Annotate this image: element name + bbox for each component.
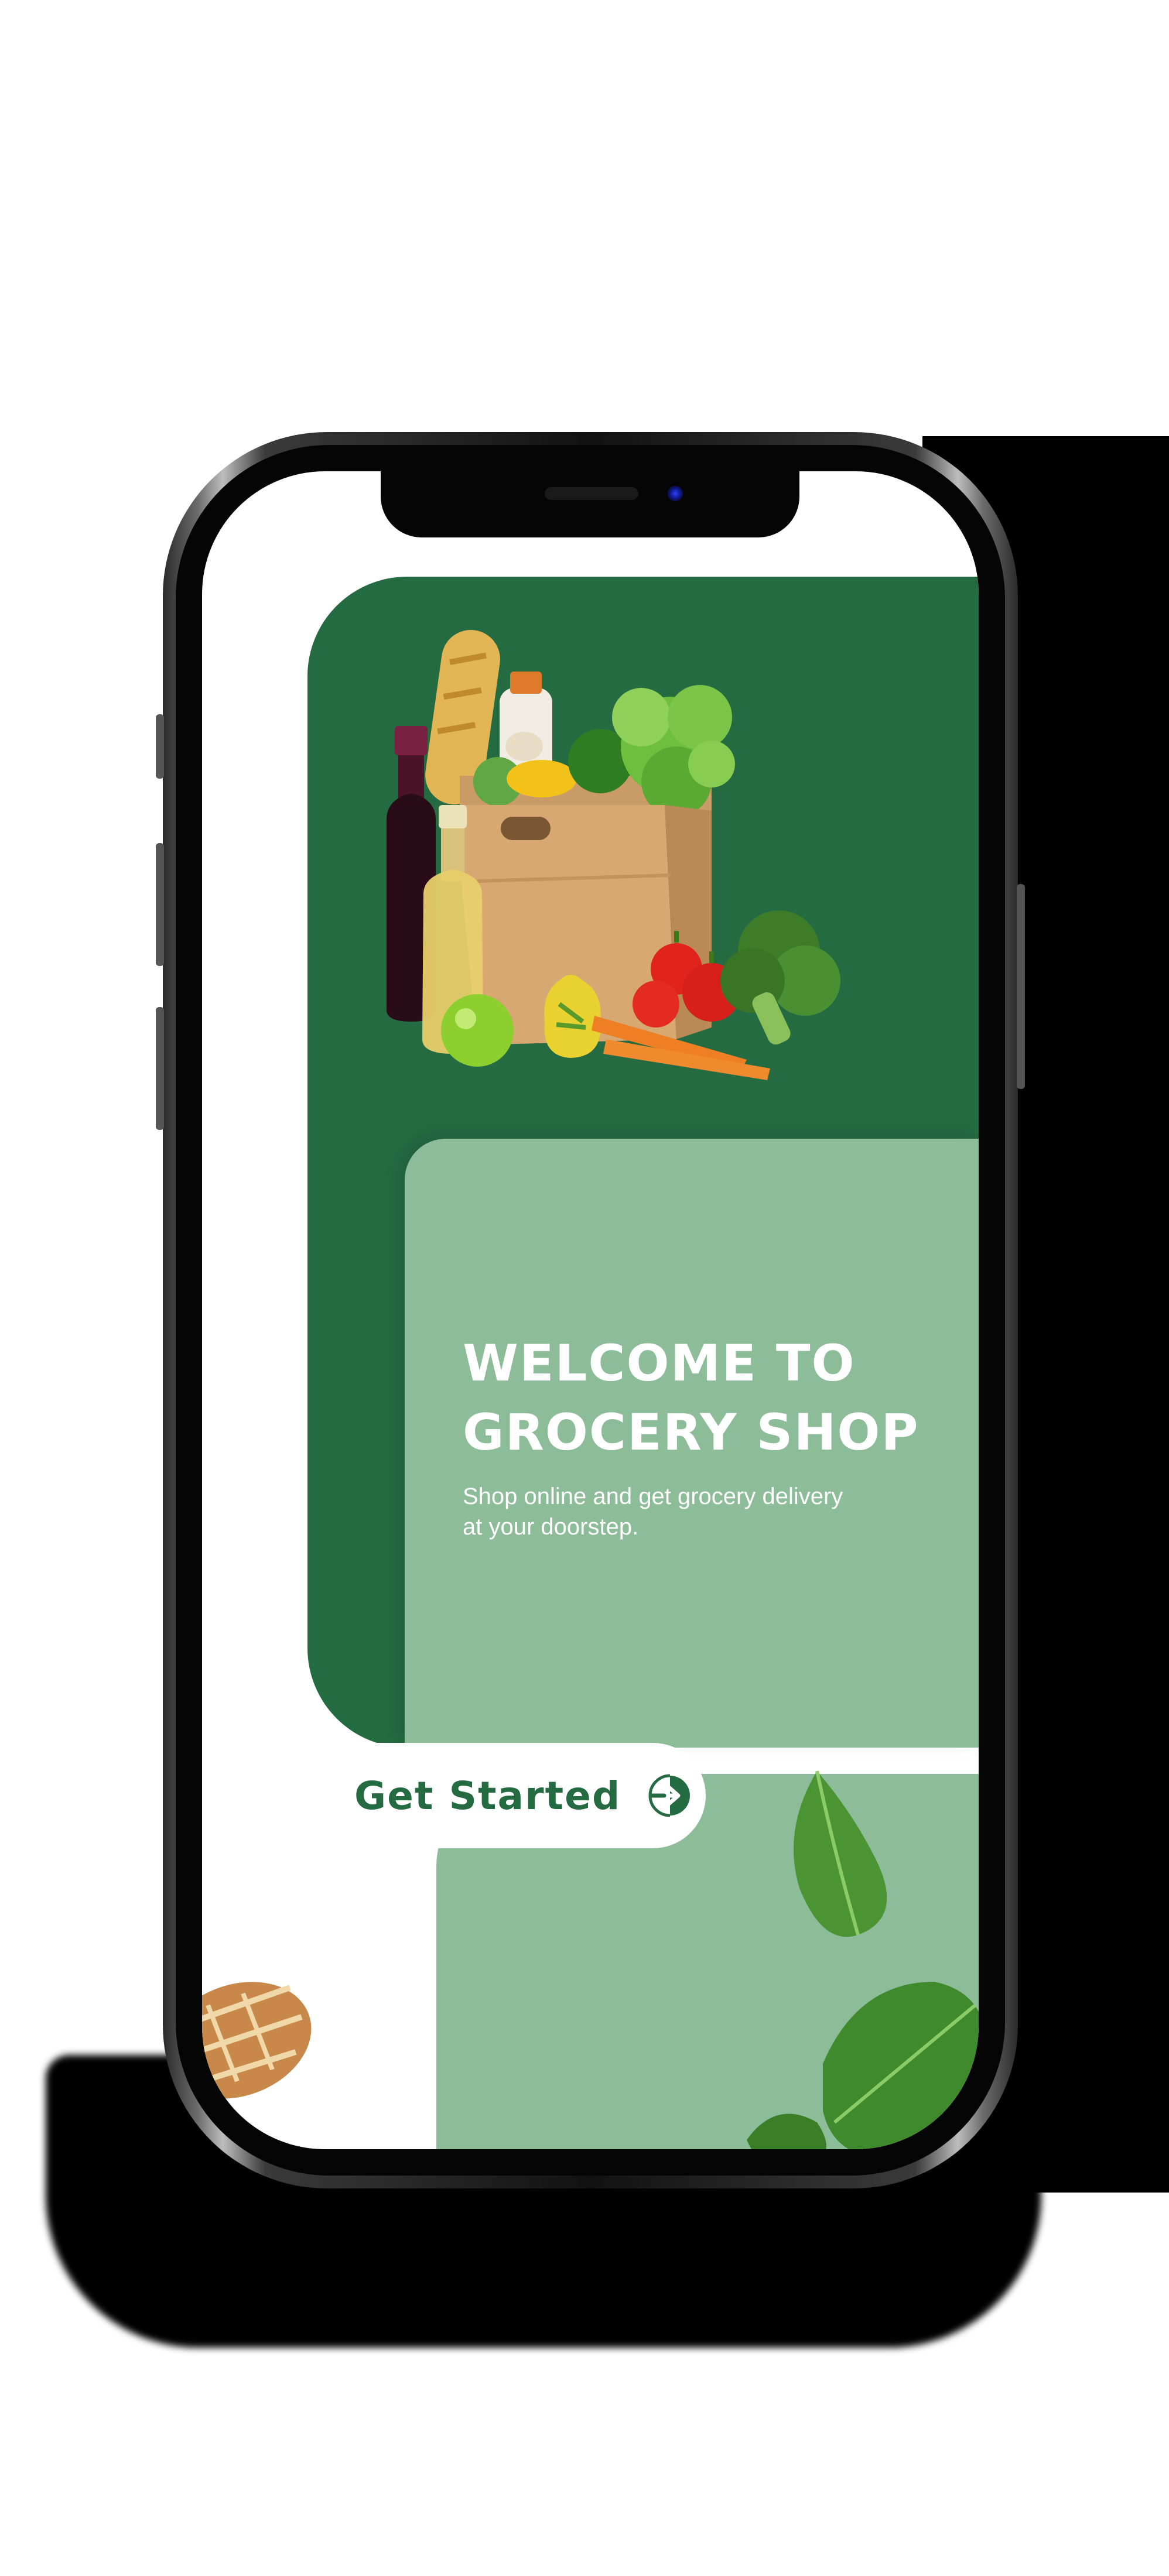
arrow-right-circle-icon xyxy=(647,1772,693,1819)
broccoli-image xyxy=(720,910,840,1045)
spinach-leaf-small xyxy=(747,2113,826,2149)
phone-notch xyxy=(381,468,799,537)
power-button xyxy=(1017,884,1025,1089)
volume-up-button xyxy=(156,843,164,966)
welcome-title-line-2: GROCERY SHOP xyxy=(463,1403,920,1462)
spinach-leaves-illustration xyxy=(747,1770,979,2149)
grocery-bag-illustration xyxy=(387,629,840,1080)
welcome-subtitle: Shop online and get grocery delivery at … xyxy=(463,1481,931,1542)
welcome-title-line-1: WELCOME TO xyxy=(463,1334,856,1393)
spinach-leaf-top xyxy=(794,1770,887,1937)
get-started-button[interactable]: Get Started xyxy=(296,1743,706,1848)
speaker-grill xyxy=(545,487,638,500)
spinach-leaf-bottom xyxy=(823,1982,979,2149)
welcome-title: WELCOME TO GROCERY SHOP xyxy=(463,1329,966,1467)
volume-down-button xyxy=(156,1007,164,1130)
silent-switch xyxy=(156,714,164,779)
welcome-subtitle-line-2: at your doorstep. xyxy=(463,1514,639,1540)
front-camera-icon xyxy=(668,486,683,501)
welcome-subtitle-line-1: Shop online and get grocery delivery xyxy=(463,1484,843,1509)
bread-illustration xyxy=(202,1982,312,2099)
yellow-pepper-image xyxy=(507,760,577,797)
get-started-label: Get Started xyxy=(354,1773,621,1818)
apple-image xyxy=(441,994,514,1067)
phone-screen: WELCOME TO GROCERY SHOP Shop online and … xyxy=(202,471,979,2149)
mushroom-image xyxy=(505,732,543,761)
